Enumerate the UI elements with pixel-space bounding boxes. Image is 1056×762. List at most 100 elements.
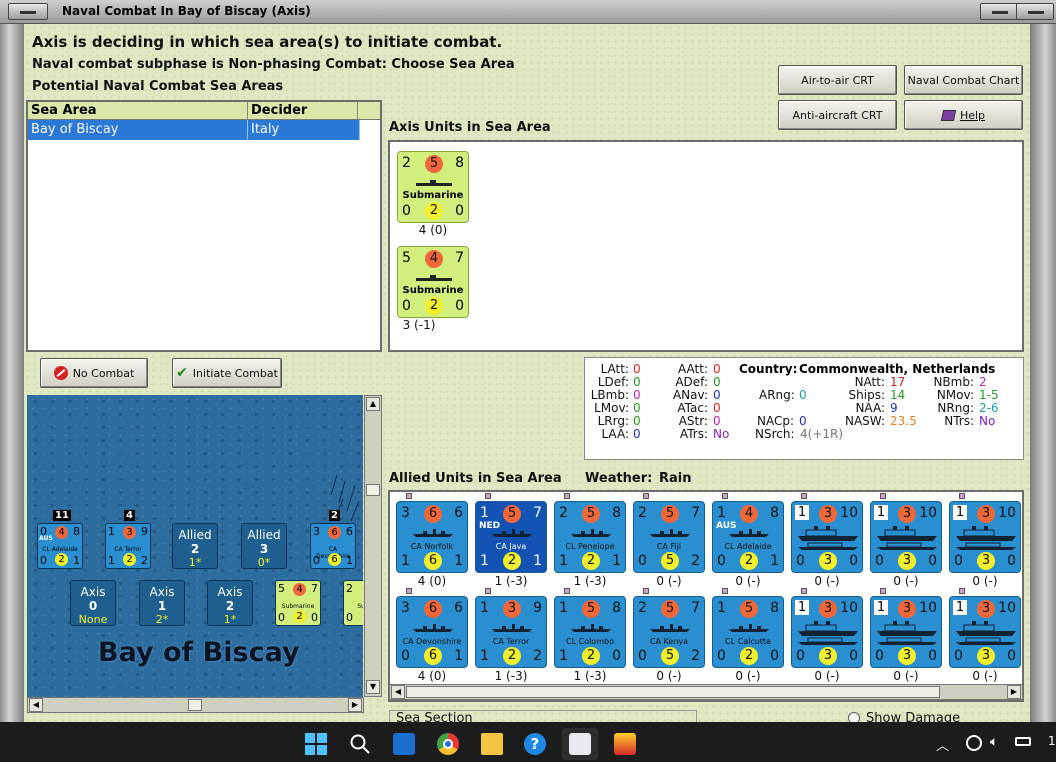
naval-combat-chart-button[interactable]: Naval Combat Chart — [904, 65, 1023, 95]
map-horizontal-scrollbar[interactable]: ◀ ▶ — [27, 697, 364, 713]
scroll-thumb[interactable] — [366, 484, 380, 496]
counter-name: Submarine — [402, 285, 464, 296]
windows-start-icon[interactable] — [305, 733, 327, 755]
allied-unit-counter[interactable]: 3 6 6 CA Devonshire 0 6 1 — [396, 596, 468, 668]
allied-unit-counter[interactable]: 3 6 6 CA Norfolk 1 6 1 — [396, 501, 468, 573]
counter-asw: 1 — [73, 554, 80, 567]
scroll-left-arrow[interactable]: ◀ — [391, 685, 405, 699]
help-circle-icon[interactable]: ? — [524, 733, 546, 755]
allied-unit-counter[interactable]: 1 3 10 0 3 0 — [870, 596, 942, 668]
unit-strength-label: 0 (-) — [735, 669, 761, 683]
combat-box[interactable]: Axis 1 2* — [139, 580, 185, 626]
scroll-down-arrow[interactable]: ▼ — [366, 680, 380, 694]
combat-box[interactable]: Allied 3 0* — [241, 523, 287, 569]
counter-attack: 1 — [717, 600, 726, 616]
scroll-left-arrow[interactable]: ◀ — [29, 698, 43, 712]
col-sea-area-header[interactable]: Sea Area — [28, 102, 248, 119]
chevron-up-icon[interactable]: ︿ — [936, 735, 949, 754]
combat-box[interactable]: Axis 0 None — [70, 580, 116, 626]
no-combat-button[interactable]: No Combat — [40, 358, 148, 388]
counter-move: 7 — [533, 505, 542, 521]
allied-unit-counter[interactable]: 1 3 10 0 3 0 — [949, 501, 1021, 573]
counter-defense: 5 — [661, 600, 679, 618]
stat-label: LDef: — [597, 375, 629, 389]
stat-value: 2 — [979, 375, 987, 389]
volume-icon[interactable]: 🔈︎ — [990, 734, 998, 750]
counter-attack: 2 — [346, 582, 353, 595]
map-vertical-scrollbar[interactable]: ▲ ▼ — [364, 395, 382, 697]
combat-box[interactable]: Allied 2 1* — [172, 523, 218, 569]
allied-unit-counter[interactable]: 1 4 8 AUS CL Adelaide 0 2 1 — [712, 501, 784, 573]
language-icon[interactable] — [966, 735, 982, 751]
stat-value: 0 — [713, 388, 721, 402]
axis-unit-counter[interactable]: 2 5 8 Submarine 0 2 0 — [397, 151, 469, 223]
file-explorer-icon[interactable] — [481, 733, 503, 755]
show-damage-toggle[interactable]: Show Damage — [848, 711, 968, 722]
minimize-left-button[interactable] — [8, 3, 48, 20]
combat-box-value: None — [78, 613, 108, 626]
counter-aa: 0 — [40, 554, 47, 567]
allied-unit-counter[interactable]: 1 3 10 0 3 0 — [949, 596, 1021, 668]
allied-unit-counter[interactable]: 2 5 7 CA Kenya 0 5 2 — [633, 596, 705, 668]
counter-name: CA Norfolk — [410, 542, 454, 551]
air-to-air-crt-button[interactable]: Air-to-air CRT — [778, 65, 897, 95]
map-unit-counter[interactable]: 366CA Devonshire061 — [310, 523, 356, 569]
allied-unit-counter[interactable]: 2 5 7 CA Fiji 0 5 2 — [633, 501, 705, 573]
counter-range: 3 — [977, 552, 995, 570]
transport-ship-icon — [798, 526, 858, 550]
counter-range: 2 — [123, 553, 136, 566]
allied-unit-counter[interactable]: 1 3 10 0 3 0 — [870, 501, 942, 573]
counter-asw: 2 — [141, 554, 148, 567]
scroll-thumb[interactable] — [406, 686, 940, 698]
axis-unit-counter[interactable]: 5 4 7 Submarine 0 2 0 — [397, 246, 469, 318]
allied-unit-counter[interactable]: 1 3 10 0 3 0 — [791, 596, 863, 668]
game-app-icon[interactable] — [614, 733, 636, 755]
minimize-button[interactable] — [980, 3, 1020, 20]
counter-asw: 2 — [691, 648, 700, 664]
search-icon[interactable] — [349, 733, 371, 755]
unit-strength-label: 0 (-) — [972, 574, 998, 588]
map-unit-counter[interactable]: 2 Subm 0 — [343, 580, 363, 626]
potential-areas-heading: Potential Naval Combat Sea Areas — [32, 79, 284, 94]
anti-aircraft-crt-button[interactable]: Anti-aircraft CRT — [778, 100, 897, 130]
counter-name: Submarine — [402, 190, 464, 201]
scroll-right-arrow[interactable]: ▶ — [348, 698, 362, 712]
close-button[interactable] — [1016, 3, 1054, 20]
counter-defense: 6 — [424, 600, 442, 618]
help-button[interactable]: Help — [904, 100, 1023, 130]
allied-unit-counter[interactable]: 1 5 7 NED CA Java 1 2 1 — [475, 501, 547, 573]
counter-aa: 0 — [313, 554, 320, 567]
map-unit-counter[interactable]: 0 4 8 AUS CL Adelaide 0 2 1 — [37, 523, 83, 569]
allied-unit-counter[interactable]: 1 3 9 CA Terror 1 2 2 — [475, 596, 547, 668]
counter-defense: 5 — [661, 505, 679, 523]
counter-aa: 0 — [402, 203, 411, 219]
map-unit-counter[interactable]: 5 4 7 Submarine 0 2 0 — [275, 580, 321, 626]
scroll-thumb[interactable] — [188, 699, 202, 711]
clock[interactable]: 1 — [1048, 734, 1056, 748]
counter-move: 8 — [455, 155, 464, 171]
combat-box[interactable]: Axis 2 1* — [207, 580, 253, 626]
counter-move: 8 — [73, 525, 80, 538]
allied-unit-counter[interactable]: 1 5 8 CL Colombo 1 2 0 — [554, 596, 626, 668]
counter-attack: 1 — [108, 525, 115, 538]
allied-unit-counter[interactable]: 1 3 10 0 3 0 — [791, 501, 863, 573]
scroll-right-arrow[interactable]: ▶ — [1007, 685, 1021, 699]
allied-horizontal-scrollbar[interactable]: ◀ ▶ — [389, 684, 1023, 700]
allied-unit-counter[interactable]: 2 5 8 CL Penelope 1 2 1 — [554, 501, 626, 573]
unit-strength-label: 4 (0) — [417, 669, 447, 683]
battery-icon[interactable] — [1015, 737, 1031, 746]
chrome-icon[interactable] — [437, 733, 459, 755]
allied-unit-counter[interactable]: 1 5 8 CL Calcutta 0 2 0 — [712, 596, 784, 668]
initiate-combat-button[interactable]: ✔ Initiate Combat — [172, 358, 282, 388]
counter-attack: 2 — [402, 155, 411, 171]
mshp-app-icon[interactable] — [393, 733, 415, 755]
axis-units-panel: 2 5 8 Submarine 0 2 0 4 (0) 5 4 7 Submar… — [388, 140, 1024, 352]
scroll-up-arrow[interactable]: ▲ — [366, 397, 380, 411]
counter-attack: 1 — [480, 505, 489, 521]
sea-table-row[interactable]: Bay of Biscay Italy — [28, 120, 360, 140]
map-unit-counter[interactable]: 1 3 9 CA Terror 1 2 2 — [105, 523, 151, 569]
counter-asw: 0 — [928, 648, 937, 664]
combat-box-number: 2 — [190, 542, 200, 556]
col-decider-header[interactable]: Decider — [248, 102, 358, 119]
no-combat-label: No Combat — [72, 366, 135, 380]
